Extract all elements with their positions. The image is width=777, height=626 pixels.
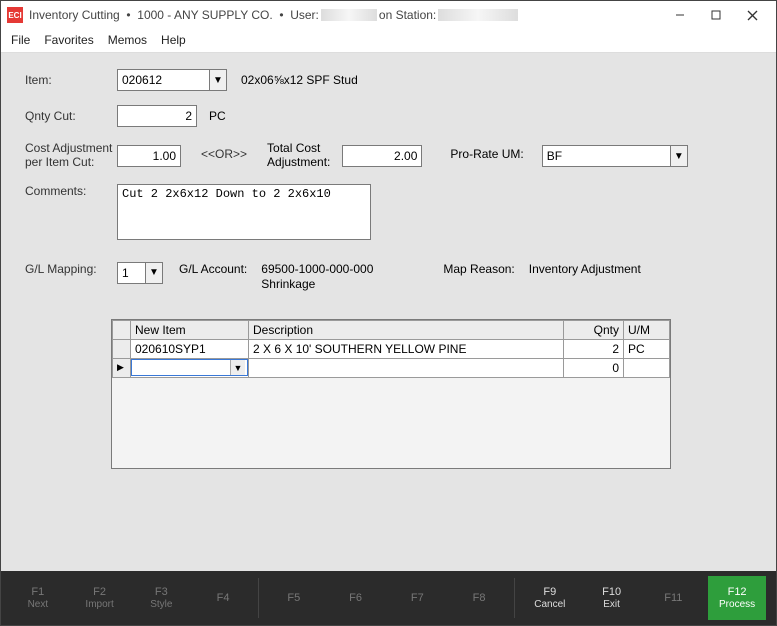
qnty-unit: PC <box>209 109 226 123</box>
menu-bar: File Favorites Memos Help <box>1 29 776 53</box>
f6-button[interactable]: F6 <box>329 578 383 618</box>
label-cost-adj-2: per Item Cut: <box>25 155 117 169</box>
menu-memos[interactable]: Memos <box>108 33 147 47</box>
redacted-station <box>438 9 518 21</box>
f10-exit-button[interactable]: F10Exit <box>585 578 639 618</box>
gl-account-desc: Shrinkage <box>261 277 373 293</box>
map-reason-value: Inventory Adjustment <box>529 262 641 276</box>
f3-style-button[interactable]: F3Style <box>134 578 188 618</box>
item-input[interactable] <box>117 69 209 91</box>
col-um[interactable]: U/M <box>624 320 670 339</box>
items-table: New Item Description Qnty U/M 020610SYP1… <box>112 320 670 378</box>
label-gl-mapping: G/L Mapping: <box>25 262 117 276</box>
f11-button[interactable]: F11 <box>646 578 700 618</box>
label-map-reason: Map Reason: <box>443 262 514 276</box>
chevron-down-icon[interactable]: ▼ <box>209 69 227 91</box>
chevron-down-icon[interactable]: ▼ <box>230 360 245 375</box>
menu-file[interactable]: File <box>11 33 30 47</box>
item-description: 02x06⅝x12 SPF Stud <box>241 73 358 87</box>
item-combo[interactable]: ▼ <box>117 69 227 91</box>
title-user-label: User: <box>290 8 319 22</box>
qnty-cut-input[interactable] <box>117 105 197 127</box>
total-cost-input[interactable] <box>342 145 422 167</box>
cell-new-item-editing[interactable]: ▼ <box>131 358 249 377</box>
close-button[interactable] <box>734 1 770 29</box>
gl-mapping-combo[interactable]: ▼ <box>117 262 163 284</box>
f4-button[interactable]: F4 <box>196 578 250 618</box>
function-key-bar: F1Next F2Import F3Style F4 F5 F6 F7 F8 F… <box>1 571 776 625</box>
app-logo: ECI <box>7 7 23 23</box>
label-item: Item: <box>25 73 117 87</box>
cell-description[interactable] <box>249 358 564 377</box>
gl-account-value: 69500-1000-000-000 <box>261 262 373 278</box>
cell-um[interactable]: PC <box>624 339 670 358</box>
app-window: ECI Inventory Cutting • 1000 - ANY SUPPL… <box>0 0 777 626</box>
chevron-down-icon[interactable]: ▼ <box>145 262 163 284</box>
f8-button[interactable]: F8 <box>452 578 506 618</box>
row-header-blank <box>113 320 131 339</box>
f5-button[interactable]: F5 <box>267 578 321 618</box>
gl-mapping-input[interactable] <box>117 262 145 284</box>
title-station-label: on Station: <box>379 8 436 22</box>
title-account: 1000 - ANY SUPPLY CO. <box>137 8 272 22</box>
title-bar: ECI Inventory Cutting • 1000 - ANY SUPPL… <box>1 1 776 29</box>
comments-input[interactable]: Cut 2 2x6x12 Down to 2 2x6x10 <box>117 184 371 240</box>
chevron-down-icon[interactable]: ▼ <box>670 145 688 167</box>
title-sep: • <box>273 8 291 22</box>
title-app: Inventory Cutting <box>29 8 120 22</box>
cell-um[interactable] <box>624 358 670 377</box>
menu-favorites[interactable]: Favorites <box>44 33 93 47</box>
cell-qnty[interactable]: 2 <box>564 339 624 358</box>
col-new-item[interactable]: New Item <box>131 320 249 339</box>
form-area: Item: ▼ 02x06⅝x12 SPF Stud Qnty Cut: PC … <box>1 53 776 571</box>
f12-process-button[interactable]: F12Process <box>708 576 766 620</box>
label-total-cost-1: Total Cost <box>267 141 330 155</box>
label-comments: Comments: <box>25 184 117 198</box>
label-gl-account: G/L Account: <box>179 262 247 276</box>
title-sep: • <box>120 8 138 22</box>
or-text: <<OR>> <box>201 147 247 161</box>
col-description[interactable]: Description <box>249 320 564 339</box>
label-cost-adj-1: Cost Adjustment <box>25 141 117 155</box>
items-grid: New Item Description Qnty U/M 020610SYP1… <box>111 319 671 469</box>
cell-new-item[interactable]: 020610SYP1 <box>131 339 249 358</box>
f2-import-button[interactable]: F2Import <box>73 578 127 618</box>
f9-cancel-button[interactable]: F9Cancel <box>523 578 577 618</box>
label-qnty-cut: Qnty Cut: <box>25 109 117 123</box>
minimize-button[interactable] <box>662 1 698 29</box>
f1-next-button[interactable]: F1Next <box>11 578 65 618</box>
prorate-combo[interactable]: ▼ <box>542 145 688 167</box>
f7-button[interactable]: F7 <box>390 578 444 618</box>
cell-description[interactable]: 2 X 6 X 10' SOUTHERN YELLOW PINE <box>249 339 564 358</box>
row-selector-active[interactable]: ▶ <box>113 358 131 377</box>
table-row[interactable]: ▶ ▼ 0 <box>113 358 670 377</box>
table-header-row: New Item Description Qnty U/M <box>113 320 670 339</box>
maximize-button[interactable] <box>698 1 734 29</box>
label-prorate: Pro-Rate UM: <box>450 147 523 161</box>
cost-adj-input[interactable] <box>117 145 181 167</box>
redacted-user <box>321 9 377 21</box>
prorate-input[interactable] <box>542 145 670 167</box>
cell-qnty[interactable]: 0 <box>564 358 624 377</box>
row-selector[interactable] <box>113 339 131 358</box>
table-row[interactable]: 020610SYP1 2 X 6 X 10' SOUTHERN YELLOW P… <box>113 339 670 358</box>
col-qnty[interactable]: Qnty <box>564 320 624 339</box>
label-total-cost-2: Adjustment: <box>267 155 330 169</box>
menu-help[interactable]: Help <box>161 33 186 47</box>
